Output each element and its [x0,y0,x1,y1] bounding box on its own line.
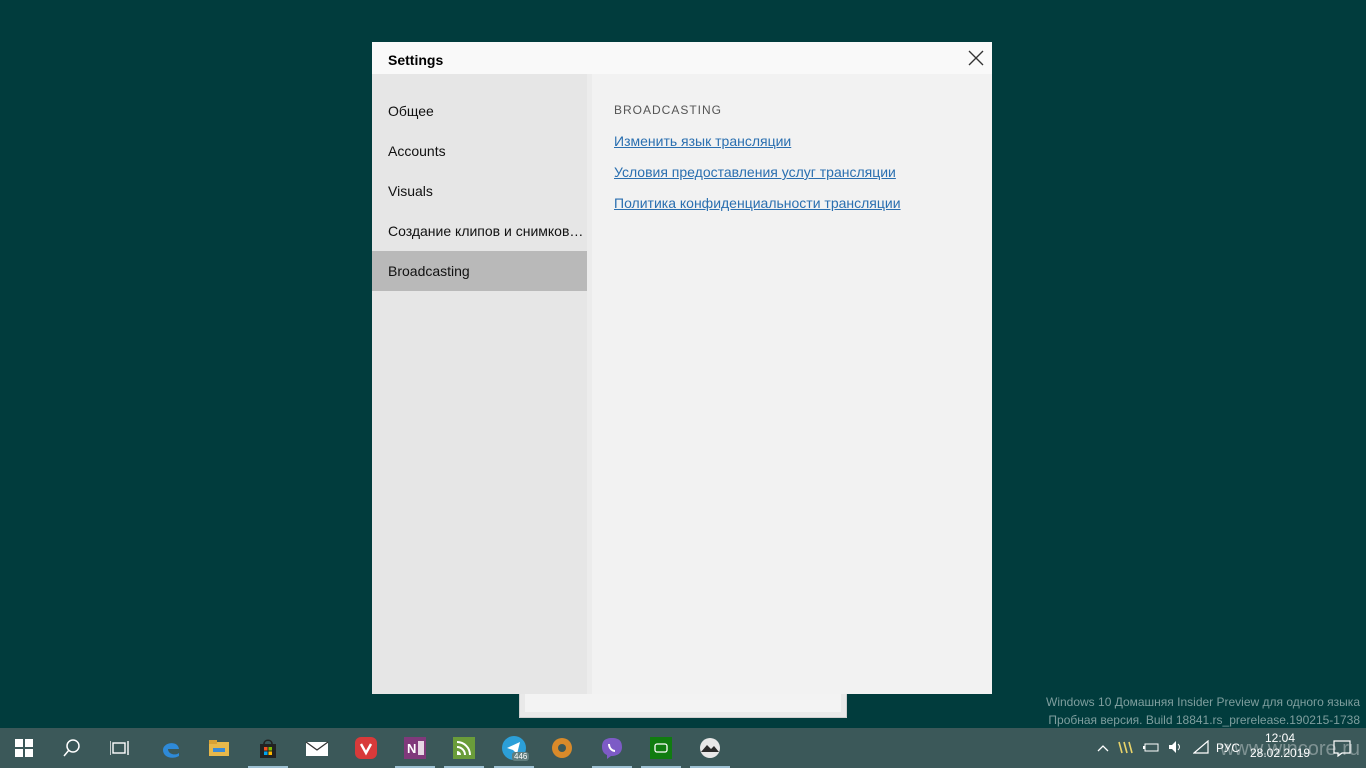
broadcasting-panel: BROADCASTING Изменить язык трансляции Ус… [614,100,974,213]
dialog-titlebar[interactable]: Settings [372,42,992,74]
start-button[interactable] [0,728,48,768]
telegram-badge: 446 [512,752,530,761]
xbox-button[interactable] [637,728,685,768]
nav-item-captures[interactable]: Создание клипов и снимков экрана [372,211,587,251]
nav-item-visuals[interactable]: Visuals [372,171,587,211]
store-icon [260,739,276,758]
photos-button[interactable] [686,728,734,768]
viber-icon [602,738,622,759]
file-explorer-icon [209,740,229,756]
close-icon [968,50,984,66]
battery-icon[interactable] [1139,741,1163,756]
dialog-title: Settings [388,52,444,68]
viber-button[interactable] [588,728,636,768]
onenote-button[interactable]: N [391,728,439,768]
start-icon [15,739,33,757]
tray-app-icon[interactable] [1113,740,1139,757]
svg-text:N: N [407,741,416,756]
telegram-button[interactable]: 446 [490,728,538,768]
vivaldi-icon [355,737,377,759]
file-explorer-button[interactable] [195,728,243,768]
close-button[interactable] [964,46,988,70]
broadcast-terms-link[interactable]: Условия предоставления услуг трансляции [614,162,974,182]
settings-app-icon [552,738,572,758]
nav-divider [587,74,592,694]
photos-icon [700,738,720,758]
site-watermark: www.wincore.ru [1219,738,1360,760]
store-button[interactable] [244,728,292,768]
nav-item-accounts[interactable]: Accounts [372,131,587,171]
search-icon [63,739,80,757]
settings-dialog: Settings Общее Accounts Visuals Создание… [372,42,992,694]
mail-button[interactable] [293,728,341,768]
nav-item-general[interactable]: Общее [372,91,587,131]
watermark-line-2: Пробная версия. Build 18841.rs_prereleas… [1048,713,1360,727]
task-view-button[interactable] [96,728,144,768]
section-title: BROADCASTING [614,103,723,117]
volume-icon[interactable] [1163,740,1189,757]
watermark-line-1: Windows 10 Домашняя Insider Preview для … [1046,695,1360,709]
tray-chevron-icon[interactable] [1093,741,1113,755]
settings-nav: Общее Accounts Visuals Создание клипов и… [372,74,587,694]
edge-button[interactable] [147,728,195,768]
network-icon[interactable] [1189,739,1213,757]
change-broadcast-language-link[interactable]: Изменить язык трансляции [614,131,974,151]
task-view-icon [110,741,129,755]
nav-item-broadcasting[interactable]: Broadcasting [372,251,587,291]
os-watermark: Windows 10 Домашняя Insider Preview для … [1046,693,1360,729]
search-button[interactable] [48,728,96,768]
vivaldi-button[interactable] [342,728,390,768]
feed-reader-icon [453,737,475,759]
feed-reader-button[interactable] [440,728,488,768]
onenote-icon: N [404,737,426,759]
broadcast-privacy-link[interactable]: Политика конфиденциальности трансляции [614,193,974,213]
xbox-icon [650,737,672,759]
edge-icon [163,743,179,758]
mail-icon [305,741,329,756]
settings-app-button[interactable] [538,728,586,768]
taskbar: N 446 РУС 12:04 28.02.2019 [0,728,1366,768]
